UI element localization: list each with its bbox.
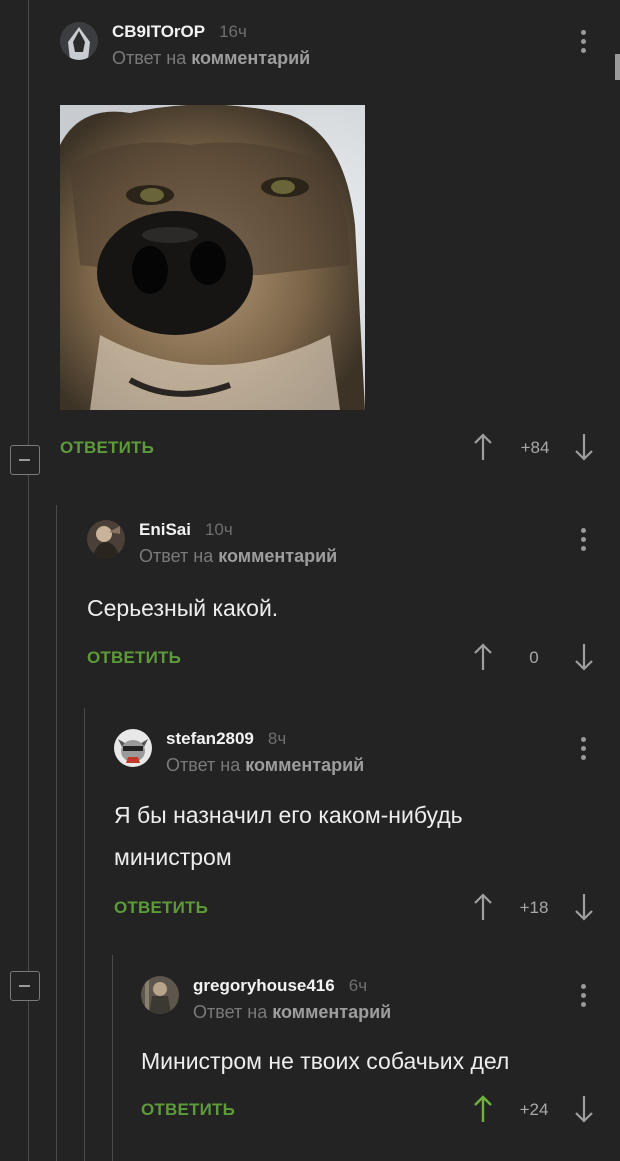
thread-line bbox=[84, 708, 85, 1161]
reply-button[interactable]: ОТВЕТИТЬ bbox=[60, 438, 154, 458]
reply-to-link[interactable]: Ответ на комментарий bbox=[166, 755, 364, 776]
avatar[interactable] bbox=[114, 729, 152, 767]
downvote-icon[interactable] bbox=[573, 642, 595, 672]
reply-to-link[interactable]: Ответ на комментарий bbox=[139, 546, 337, 567]
comment-text-line: министром bbox=[114, 844, 232, 870]
comment: СВ9IТОrОР 16ч Ответ на комментарий ОТВЕТ… bbox=[60, 18, 620, 470]
comment: stefan2809 8ч Ответ на комментарий Я бы н… bbox=[114, 725, 620, 930]
more-options-icon[interactable] bbox=[581, 737, 587, 764]
timestamp: 16ч bbox=[219, 22, 247, 41]
rating: +18 bbox=[519, 898, 549, 917]
more-options-icon[interactable] bbox=[581, 984, 587, 1011]
downvote-icon[interactable] bbox=[573, 1094, 595, 1124]
username[interactable]: СВ9IТОrОР 16ч bbox=[112, 22, 247, 42]
comment-text-line: Я бы назначил его каком-нибудь bbox=[114, 802, 463, 828]
comment-image[interactable] bbox=[60, 105, 365, 410]
reply-button[interactable]: ОТВЕТИТЬ bbox=[141, 1100, 235, 1120]
downvote-icon[interactable] bbox=[573, 892, 595, 922]
downvote-icon[interactable] bbox=[573, 432, 595, 462]
upvote-icon[interactable] bbox=[472, 892, 494, 922]
collapse-thread-button[interactable] bbox=[10, 971, 40, 1001]
thread-line bbox=[56, 505, 57, 1161]
reply-to-link[interactable]: Ответ на комментарий bbox=[112, 48, 310, 69]
rating: 0 bbox=[529, 648, 539, 667]
comment-text: Я бы назначил его каком-нибудь министром bbox=[114, 794, 620, 878]
avatar[interactable] bbox=[60, 22, 98, 60]
username[interactable]: gregoryhouse416 6ч bbox=[193, 976, 367, 996]
reply-to-link[interactable]: Ответ на комментарий bbox=[193, 1002, 391, 1023]
upvote-active-icon[interactable] bbox=[472, 1094, 494, 1124]
cartoon-avatar-icon bbox=[114, 729, 152, 767]
upvote-icon[interactable] bbox=[472, 642, 494, 672]
timestamp: 8ч bbox=[267, 729, 287, 748]
user-avatar-icon bbox=[87, 520, 125, 558]
reply-button[interactable]: ОТВЕТИТЬ bbox=[114, 898, 208, 918]
rating: +84 bbox=[520, 438, 550, 457]
more-options-icon[interactable] bbox=[581, 30, 587, 57]
avatar[interactable] bbox=[87, 520, 125, 558]
timestamp: 6ч bbox=[348, 976, 368, 995]
thread-line bbox=[112, 955, 113, 1161]
dog-photo-image bbox=[60, 105, 365, 410]
avatar[interactable] bbox=[141, 976, 179, 1014]
user-avatar-icon bbox=[141, 976, 179, 1014]
comment: EniSai 10ч Ответ на комментарий Серьезный… bbox=[87, 516, 620, 680]
username[interactable]: EniSai 10ч bbox=[139, 520, 233, 540]
comment-text: Министром не твоих собачьих дел bbox=[141, 1048, 510, 1074]
timestamp: 10ч bbox=[204, 520, 233, 539]
collapse-thread-button[interactable] bbox=[10, 445, 40, 475]
hooded-figure-avatar-icon bbox=[60, 22, 98, 60]
rating: +24 bbox=[519, 1100, 549, 1119]
upvote-icon[interactable] bbox=[472, 432, 494, 462]
more-options-icon[interactable] bbox=[581, 528, 587, 555]
comment-text: Серьезный какой. bbox=[87, 595, 279, 621]
comment: gregoryhouse416 6ч Ответ на комментарий М… bbox=[141, 972, 620, 1132]
username[interactable]: stefan2809 8ч bbox=[166, 729, 286, 749]
reply-button[interactable]: ОТВЕТИТЬ bbox=[87, 648, 181, 668]
